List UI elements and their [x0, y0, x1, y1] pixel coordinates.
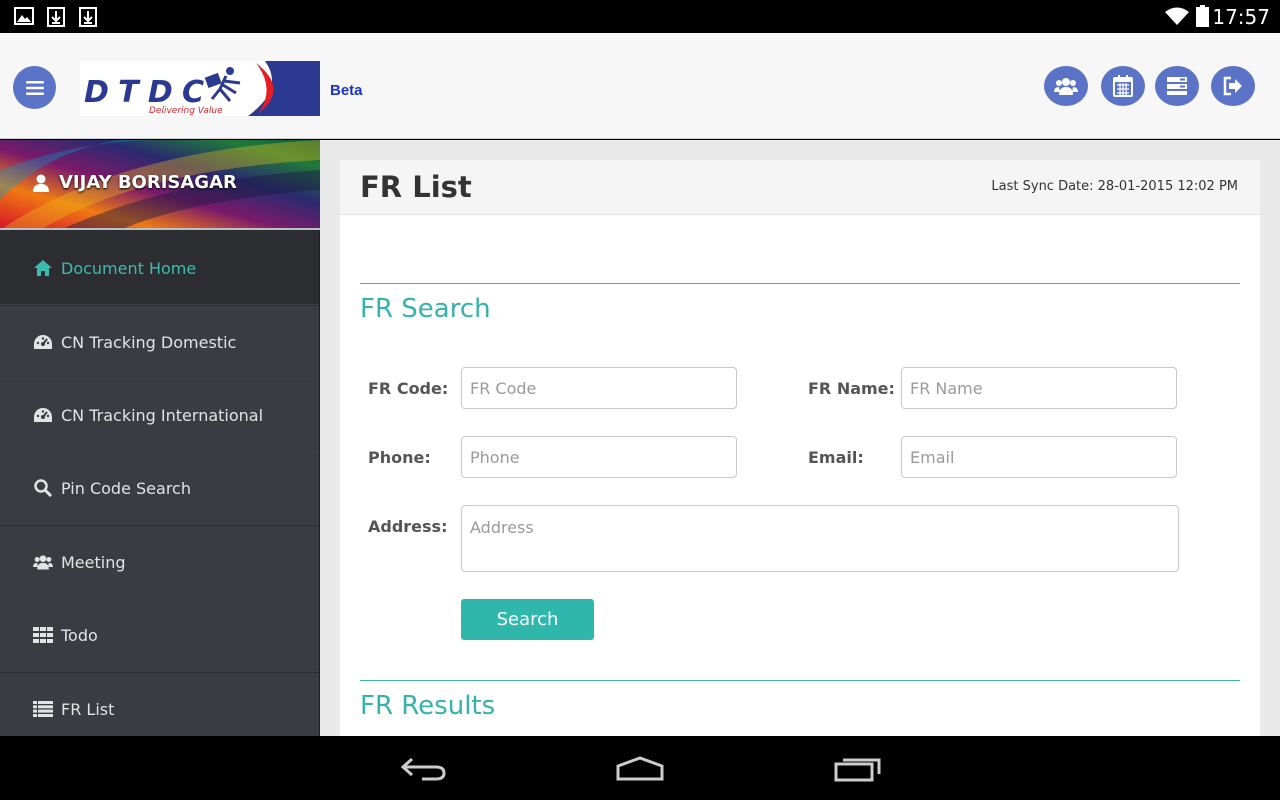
user-name: VIJAY BORISAGAR — [33, 172, 237, 193]
search-icon — [33, 478, 53, 498]
sidebar-item-label: Document Home — [61, 258, 197, 278]
download-notification-icon — [47, 7, 65, 27]
list-icon — [33, 699, 53, 719]
grid-icon — [33, 625, 53, 645]
sidebar-item-document-home[interactable]: Document Home — [0, 232, 319, 305]
back-icon[interactable] — [400, 756, 448, 782]
beta-label: Beta — [330, 82, 363, 99]
fr-code-label: FR Code: — [368, 379, 449, 398]
user-profile[interactable]: VIJAY BORISAGAR — [0, 140, 320, 230]
fr-name-label: FR Name: — [808, 379, 895, 398]
sidebar-item-label: FR List — [61, 699, 115, 719]
main-content: FR List Last Sync Date: 28-01-2015 12:02… — [320, 140, 1280, 736]
sidebar-item-cn-tracking-international[interactable]: CN Tracking International — [0, 379, 319, 452]
calendar-button[interactable] — [1101, 66, 1145, 106]
section-divider — [360, 283, 1240, 284]
app-header: DTDC Delivering Value Beta — [0, 33, 1280, 139]
sidebar-item-label: Meeting — [61, 552, 126, 572]
sidebar-item-todo[interactable]: Todo — [0, 599, 319, 672]
fr-results-title: FR Results — [360, 691, 496, 721]
hamburger-icon — [25, 80, 44, 95]
last-sync-date: Last Sync Date: 28-01-2015 12:02 PM — [991, 179, 1238, 194]
fr-list-panel: FR List Last Sync Date: 28-01-2015 12:02… — [340, 160, 1260, 736]
download-notification-icon — [79, 7, 97, 27]
dashboard-icon — [33, 332, 53, 352]
logout-button[interactable] — [1211, 66, 1255, 106]
logo-tagline: Delivering Value — [149, 106, 223, 116]
calendar-icon — [1113, 75, 1133, 97]
sidebar-item-label: Todo — [61, 625, 98, 645]
users-icon — [1054, 78, 1078, 95]
sidebar-item-pin-code-search[interactable]: Pin Code Search — [0, 452, 319, 525]
wifi-icon — [1165, 7, 1189, 25]
panel-header: FR List Last Sync Date: 28-01-2015 12:02… — [340, 160, 1260, 215]
status-bar: 17:57 — [0, 0, 1280, 33]
user-icon — [33, 174, 49, 192]
logout-icon — [1223, 76, 1242, 96]
battery-icon — [1196, 5, 1209, 27]
sidebar-item-meeting[interactable]: Meeting — [0, 526, 319, 599]
clock: 17:57 — [1212, 5, 1270, 29]
users-icon — [33, 552, 53, 572]
address-input[interactable] — [461, 505, 1179, 572]
sidebar-item-cn-tracking-domestic[interactable]: CN Tracking Domestic — [0, 306, 319, 379]
fr-name-input[interactable] — [901, 367, 1177, 409]
search-button[interactable]: Search — [461, 599, 594, 640]
meeting-button[interactable] — [1044, 66, 1088, 106]
gallery-notification-icon — [14, 7, 34, 25]
phone-label: Phone: — [368, 448, 431, 467]
server-icon — [1167, 77, 1187, 95]
sidebar-item-label: Pin Code Search — [61, 478, 191, 498]
sync-button[interactable] — [1155, 66, 1199, 106]
fr-code-input[interactable] — [461, 367, 737, 409]
recent-apps-icon[interactable] — [833, 756, 883, 782]
email-input[interactable] — [901, 436, 1177, 478]
email-label: Email: — [808, 448, 864, 467]
sidebar-item-label: CN Tracking International — [61, 405, 264, 425]
address-label: Address: — [368, 517, 448, 536]
home-icon[interactable] — [615, 756, 665, 782]
sidebar-item-label: CN Tracking Domestic — [61, 332, 237, 352]
home-icon — [33, 258, 53, 278]
fr-search-title: FR Search — [360, 294, 491, 324]
sidebar: VIJAY BORISAGAR Document Home CN Trackin… — [0, 140, 320, 746]
system-nav-bar — [0, 736, 1280, 800]
section-divider — [360, 680, 1240, 681]
dashboard-icon — [33, 405, 53, 425]
page-title: FR List — [360, 170, 472, 204]
menu-button[interactable] — [13, 66, 56, 109]
dtdc-logo: DTDC Delivering Value — [80, 61, 320, 116]
phone-input[interactable] — [461, 436, 737, 478]
user-name-label: VIJAY BORISAGAR — [59, 172, 237, 193]
